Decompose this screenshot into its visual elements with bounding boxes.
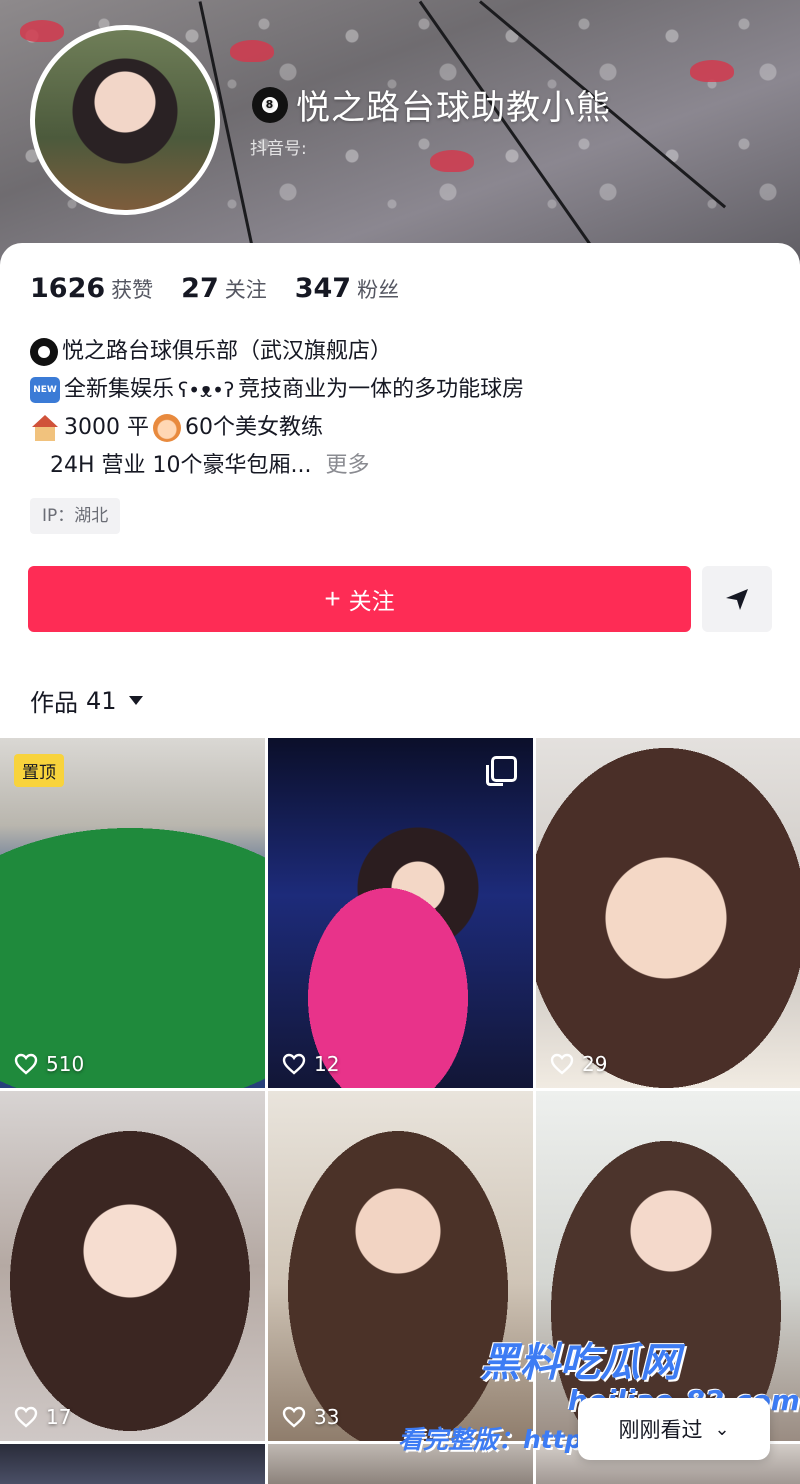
bio-line-2: 全新集娱乐 [64, 377, 175, 402]
stats-row: 1626 获赞 27 关注 347 粉丝 [30, 273, 399, 304]
tab-works[interactable]: 作品 41 [30, 683, 143, 718]
ip-location-tag: IP：湖北 [30, 498, 121, 534]
video-tile[interactable]: 33 [268, 1091, 533, 1441]
bio-line: 24H 营业 10个豪华包厢... 更多 [30, 447, 524, 485]
profile-name: 8 悦之路台球助教小熊 [252, 80, 611, 129]
bio-line: NEW 全新集娱乐 ʕ•ᴥ•ʔ 竞技商业为一体的多功能球房 [30, 371, 524, 409]
stat-following-label: 关注 [224, 278, 267, 302]
heart-icon [282, 1053, 306, 1075]
recently-viewed-label: 刚刚看过 [618, 1418, 703, 1442]
chevron-down-icon: ⌄ [714, 1418, 730, 1440]
profile-name-text: 悦之路台球助教小熊 [296, 88, 611, 128]
heart-icon [14, 1053, 38, 1075]
tab-works-count: 41 [86, 686, 117, 715]
bio-line: 悦之路台球俱乐部（武汉旗舰店） [30, 333, 524, 371]
eight-ball-icon [30, 338, 58, 366]
decor-bow [430, 150, 474, 172]
like-count-value: 29 [582, 1052, 608, 1076]
video-tile[interactable]: 17 [0, 1091, 265, 1441]
bio-line: 3000 平 60个美女教练 [30, 409, 524, 447]
stat-following[interactable]: 27 关注 [181, 273, 267, 304]
house-icon [30, 415, 60, 441]
douyin-id-label: 抖音号: [250, 139, 307, 159]
eight-ball-icon: 8 [252, 86, 288, 123]
stat-likes-label: 获赞 [111, 278, 154, 302]
share-button[interactable] [702, 566, 772, 632]
stat-followers[interactable]: 347 粉丝 [295, 273, 399, 304]
avatar[interactable] [30, 25, 220, 215]
like-count: 33 [282, 1405, 339, 1429]
follow-button[interactable]: + 关注 [28, 566, 691, 632]
stat-likes-value: 1626 [30, 273, 106, 304]
heart-icon [550, 1053, 574, 1075]
like-count: 12 [282, 1052, 339, 1076]
stat-likes[interactable]: 1626 获赞 [30, 273, 153, 304]
multi-image-icon [486, 756, 517, 786]
heart-icon [282, 1406, 306, 1428]
girl-icon [152, 414, 181, 442]
like-count: 29 [550, 1052, 607, 1076]
stat-followers-label: 粉丝 [357, 278, 400, 302]
video-tile[interactable] [536, 1091, 800, 1441]
bio: 悦之路台球俱乐部（武汉旗舰店） NEW 全新集娱乐 ʕ•ᴥ•ʔ 竞技商业为一体的… [30, 333, 524, 485]
bio-line-3a: 3000 平 [64, 415, 149, 440]
plus-icon: + [324, 583, 341, 614]
heart-icon [14, 1406, 38, 1428]
like-count-value: 33 [314, 1405, 340, 1429]
bio-line-1: 悦之路台球俱乐部（武汉旗舰店） [62, 339, 393, 364]
send-icon [726, 589, 748, 610]
new-badge-icon: NEW [30, 377, 60, 403]
bio-more-link[interactable]: 更多 [326, 447, 370, 485]
recently-viewed-button[interactable]: 刚刚看过 ⌄ [578, 1398, 770, 1460]
follow-button-label: 关注 [348, 588, 395, 614]
video-tile[interactable] [0, 1444, 265, 1484]
like-count: 510 [14, 1052, 84, 1076]
paw-icon: ʕ•ᴥ•ʔ [178, 378, 235, 402]
caret-down-icon [128, 696, 143, 705]
video-tile[interactable]: 置顶 510 [0, 738, 265, 1088]
video-tile[interactable]: 29 [536, 738, 800, 1088]
like-count-value: 510 [46, 1052, 85, 1076]
video-tile[interactable]: 12 [268, 738, 533, 1088]
decor-bow [230, 40, 274, 62]
decor-bow [20, 20, 64, 42]
decor-bow [690, 60, 734, 82]
bio-line-4: 24H 营业 10个豪华包厢... [50, 453, 312, 478]
stat-followers-value: 347 [294, 273, 352, 304]
stat-following-value: 27 [181, 273, 219, 304]
like-count-value: 17 [46, 1405, 72, 1429]
bio-line-2b: 竞技商业为一体的多功能球房 [238, 377, 525, 402]
bio-line-3b: 60个美女教练 [184, 415, 323, 440]
tab-works-label: 作品 [30, 689, 78, 717]
like-count-value: 12 [314, 1052, 340, 1076]
pinned-badge: 置顶 [14, 754, 64, 787]
like-count: 17 [14, 1405, 71, 1429]
